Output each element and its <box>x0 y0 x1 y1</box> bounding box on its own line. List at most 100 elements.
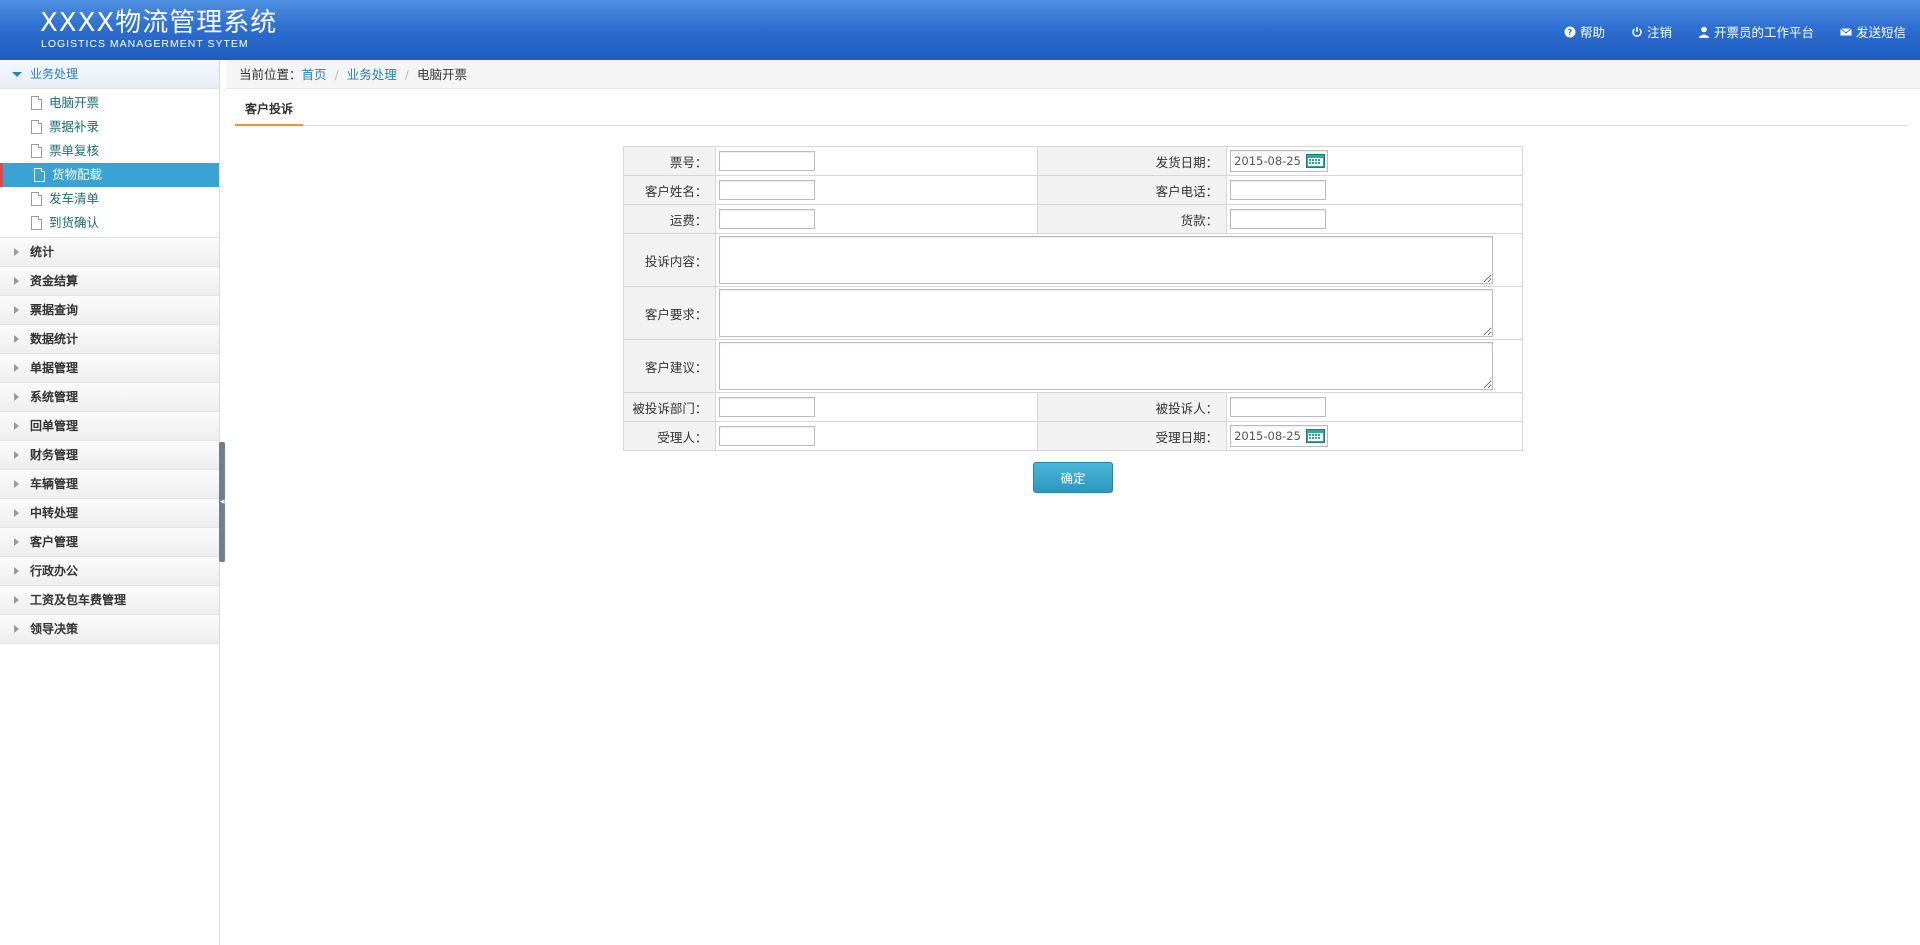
document-icon <box>31 144 42 158</box>
payment-input[interactable] <box>1230 209 1327 229</box>
sidebar-group-business[interactable]: 业务处理 <box>0 60 219 89</box>
ship-date-picker <box>1230 150 1329 172</box>
breadcrumb-separator: / <box>334 67 339 82</box>
calendar-icon[interactable] <box>1306 154 1326 168</box>
sidebar-item-computer-billing[interactable]: 电脑开票 <box>0 91 219 115</box>
sidebar-group-ticket-query[interactable]: 票据查询 <box>0 296 219 325</box>
logout-link[interactable]: 注销 <box>1631 22 1672 41</box>
document-icon <box>31 216 42 230</box>
complaint-content-textarea[interactable] <box>719 236 1494 284</box>
document-icon <box>31 96 42 110</box>
sidebar-item-departure-list[interactable]: 发车清单 <box>0 187 219 211</box>
sidebar-item-label: 到货确认 <box>49 215 100 230</box>
sidebar-group-receipt-management[interactable]: 回单管理 <box>0 412 219 441</box>
sidebar-item-arrival-confirm[interactable]: 到货确认 <box>0 211 219 235</box>
caret-right-icon <box>14 567 19 575</box>
sidebar-group-finance-management[interactable]: 财务管理 <box>0 441 219 470</box>
workspace-label: 开票员的工作平台 <box>1713 25 1814 40</box>
help-label: 帮助 <box>1579 25 1605 40</box>
sidebar-group-label: 客户管理 <box>30 535 79 549</box>
breadcrumb-section-link[interactable]: 业务处理 <box>347 67 397 82</box>
payment-label: 货款： <box>1037 204 1228 234</box>
sidebar-item-label: 票据补录 <box>49 119 100 134</box>
customer-phone-input[interactable] <box>1230 180 1327 200</box>
breadcrumb-prefix: 当前位置： <box>239 67 302 82</box>
caret-right-icon <box>14 509 19 517</box>
workspace-link[interactable]: 开票员的工作平台 <box>1698 22 1814 41</box>
breadcrumb: 当前位置：首页 / 业务处理 / 电脑开票 <box>226 60 1920 89</box>
customer-name-input[interactable] <box>719 180 816 200</box>
customer-suggestion-textarea[interactable] <box>719 342 1494 390</box>
sidebar-group-label: 行政办公 <box>30 564 79 578</box>
sidebar-group-document-management[interactable]: 单据管理 <box>0 354 219 383</box>
caret-right-icon <box>14 480 19 488</box>
complained-person-input[interactable] <box>1230 397 1327 417</box>
document-icon <box>34 168 45 182</box>
sidebar: 业务处理 电脑开票 票据补录 票单复核 货物配载 发车清单 到货确认 统计 资金… <box>0 60 220 945</box>
sidebar-item-ticket-supplement[interactable]: 票据补录 <box>0 115 219 139</box>
sidebar-group-label: 财务管理 <box>30 448 79 462</box>
sidebar-group-label: 领导决策 <box>30 622 79 636</box>
breadcrumb-home-link[interactable]: 首页 <box>302 67 327 82</box>
logout-label: 注销 <box>1646 25 1672 40</box>
customer-suggestion-label: 客户建议： <box>622 339 717 393</box>
handler-input[interactable] <box>719 426 816 446</box>
breadcrumb-separator: / <box>404 67 409 82</box>
sidebar-group-label: 系统管理 <box>30 390 79 404</box>
customer-phone-label: 客户电话： <box>1037 175 1228 205</box>
sidebar-item-label: 货物配载 <box>52 167 103 182</box>
sidebar-sub-list: 电脑开票 票据补录 票单复核 货物配载 发车清单 到货确认 <box>0 89 219 238</box>
customer-request-label: 客户要求： <box>622 286 717 340</box>
sidebar-group-vehicle-management[interactable]: 车辆管理 <box>0 470 219 499</box>
help-icon: ? <box>1564 26 1576 37</box>
caret-down-icon <box>12 72 22 77</box>
collapse-arrow-icon: ◂ <box>220 497 225 507</box>
sidebar-group-label: 中转处理 <box>30 506 79 520</box>
sidebar-group-statistics[interactable]: 统计 <box>0 238 219 267</box>
caret-right-icon <box>14 364 19 372</box>
app-title: XXXX物流管理系统 <box>40 8 278 38</box>
sidebar-item-label: 电脑开票 <box>49 95 100 110</box>
sidebar-splitter-handle[interactable]: ◂ <box>219 442 225 562</box>
sidebar-item-cargo-loading[interactable]: 货物配载 <box>0 163 219 187</box>
envelope-icon <box>1840 27 1852 35</box>
sidebar-group-leadership[interactable]: 领导决策 <box>0 615 219 644</box>
sidebar-group-label: 统计 <box>30 245 55 259</box>
complained-person-label: 被投诉人： <box>1037 392 1228 422</box>
sidebar-group-label: 回单管理 <box>30 419 79 433</box>
calendar-icon[interactable] <box>1306 429 1326 443</box>
svg-text:?: ? <box>1568 28 1573 37</box>
sidebar-group-salary-charter[interactable]: 工资及包车费管理 <box>0 586 219 615</box>
handle-date-label: 受理日期： <box>1037 421 1228 451</box>
sidebar-group-customer-management[interactable]: 客户管理 <box>0 528 219 557</box>
document-icon <box>31 120 42 134</box>
tab-customer-complaint[interactable]: 客户投诉 <box>235 96 304 126</box>
power-icon <box>1632 26 1642 37</box>
complaint-content-label: 投诉内容： <box>622 233 717 287</box>
sidebar-group-administration[interactable]: 行政办公 <box>0 557 219 586</box>
send-sms-label: 发送短信 <box>1855 25 1906 40</box>
caret-right-icon <box>14 625 19 633</box>
sidebar-group-settlement[interactable]: 资金结算 <box>0 267 219 296</box>
breadcrumb-current: 电脑开票 <box>416 67 467 82</box>
sidebar-group-label: 车辆管理 <box>30 477 79 491</box>
confirm-button[interactable]: 确定 <box>1033 462 1113 493</box>
user-icon <box>1698 26 1709 38</box>
sidebar-group-system-management[interactable]: 系统管理 <box>0 383 219 412</box>
complained-dept-input[interactable] <box>719 397 816 417</box>
sidebar-group-transfer[interactable]: 中转处理 <box>0 499 219 528</box>
sidebar-item-ticket-review[interactable]: 票单复核 <box>0 139 219 163</box>
sidebar-group-label: 单据管理 <box>30 361 79 375</box>
handle-date-picker <box>1230 425 1329 447</box>
sidebar-group-label: 工资及包车费管理 <box>30 593 127 607</box>
ticket-no-input[interactable] <box>719 151 816 171</box>
app-header: XXXX物流管理系统 LOGISTICS MANAGERMENT SYTEM ?… <box>0 0 1920 60</box>
sidebar-group-label: 数据统计 <box>30 332 79 346</box>
sidebar-group-label: 资金结算 <box>30 274 79 288</box>
customer-request-textarea[interactable] <box>719 289 1494 337</box>
send-sms-link[interactable]: 发送短信 <box>1840 22 1906 41</box>
caret-right-icon <box>14 335 19 343</box>
help-link[interactable]: ? 帮助 <box>1564 22 1605 41</box>
freight-input[interactable] <box>719 209 816 229</box>
sidebar-group-data-statistics[interactable]: 数据统计 <box>0 325 219 354</box>
